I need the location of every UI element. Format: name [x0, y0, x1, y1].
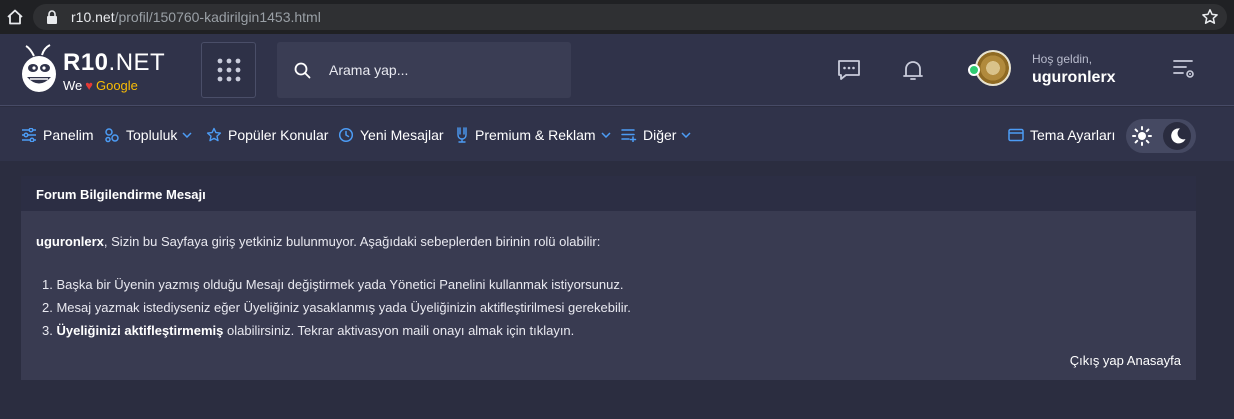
panel-footer-links: Çıkış yap Anasayfa [1070, 353, 1181, 368]
panel-intro: uguronlerx, Sizin bu Sayfaya giriş yetki… [36, 234, 601, 249]
nav-item-topluluk[interactable]: Topluluk [104, 126, 192, 144]
url-host: r10.net [71, 9, 115, 25]
chevron-down-icon [601, 132, 611, 138]
nav-item-panelim[interactable]: Panelim [21, 126, 94, 144]
home-link[interactable]: Anasayfa [1127, 353, 1181, 368]
sun-icon [1132, 126, 1152, 146]
sliders-icon [22, 128, 36, 142]
url-path: /profil/150760-kadirilgin1453.html [114, 9, 321, 25]
grid-dots-icon [217, 58, 241, 82]
star-outline-icon [206, 127, 222, 142]
logo-title[interactable]: R10.NET [63, 49, 165, 77]
clock-icon [338, 127, 354, 143]
activation-link[interactable]: Üyeliğinizi aktifleştirmemiş [56, 323, 223, 338]
nav-item-premium-reklam[interactable]: Premium & Reklam [455, 126, 611, 144]
window-icon [1008, 128, 1024, 142]
search-box[interactable] [277, 42, 571, 98]
logo-mascot-icon[interactable] [20, 44, 60, 94]
reason-item: 2. Mesaj yazmak istediyseniz eğer Üyeliğ… [42, 300, 631, 315]
logo-tagline: We ♥ Google [63, 78, 138, 93]
intro-username: uguronlerx [36, 234, 104, 249]
nav-item-diger[interactable]: Diğer [621, 126, 691, 144]
panel-header: Forum Bilgilendirme Mesajı [21, 176, 1196, 211]
search-icon [294, 62, 311, 79]
online-status-dot [968, 64, 980, 76]
home-icon[interactable] [6, 8, 24, 26]
browser-toolbar: r10.net/profil/150760-kadirilgin1453.htm… [0, 0, 1234, 34]
reason-item: 1. Başka bir Üyenin yazmış olduğu Mesajı… [42, 277, 624, 292]
chevron-down-icon [182, 132, 192, 138]
nav-item-yeni-mesajlar[interactable]: Yeni Mesajlar [338, 126, 444, 144]
forum-info-panel: Forum Bilgilendirme Mesajı uguronlerx, S… [21, 176, 1196, 380]
list-plus-icon [621, 129, 637, 142]
nav-item-populer-konular[interactable]: Popüler Konular [206, 126, 328, 144]
theme-settings-link[interactable]: Tema Ayarları [1008, 126, 1115, 144]
chevron-down-icon [681, 132, 691, 138]
heart-icon: ♥ [85, 78, 93, 93]
lock-icon[interactable] [45, 9, 59, 25]
address-bar[interactable]: r10.net/profil/150760-kadirilgin1453.htm… [33, 4, 1227, 30]
url-text[interactable]: r10.net/profil/150760-kadirilgin1453.htm… [71, 9, 321, 25]
apps-menu-button[interactable] [201, 42, 256, 98]
bookmark-star-icon[interactable] [1201, 8, 1219, 26]
panel-title: Forum Bilgilendirme Mesajı [36, 187, 206, 202]
logout-link[interactable]: Çıkış yap [1070, 353, 1124, 368]
reason-item: 3. Üyeliğinizi aktifleştirmemiş olabilir… [42, 323, 575, 338]
community-icon [105, 128, 119, 143]
main-navigation: Panelim Topluluk Popüler Konular Yeni Me… [0, 107, 1234, 161]
moon-icon [1171, 128, 1186, 144]
avatar[interactable] [975, 50, 1011, 86]
user-settings-menu-icon[interactable] [1172, 58, 1196, 80]
welcome-text: Hoş geldin, [1032, 52, 1093, 66]
notifications-bell-icon[interactable] [901, 58, 925, 82]
trophy-icon [457, 127, 467, 143]
username[interactable]: uguronlerx [1032, 69, 1116, 87]
search-input[interactable] [329, 60, 559, 80]
messages-icon[interactable] [837, 59, 861, 81]
theme-toggle[interactable] [1126, 119, 1196, 153]
site-header: R10.NET We♥Google Hoş geldin, uguronlerx [0, 34, 1234, 106]
